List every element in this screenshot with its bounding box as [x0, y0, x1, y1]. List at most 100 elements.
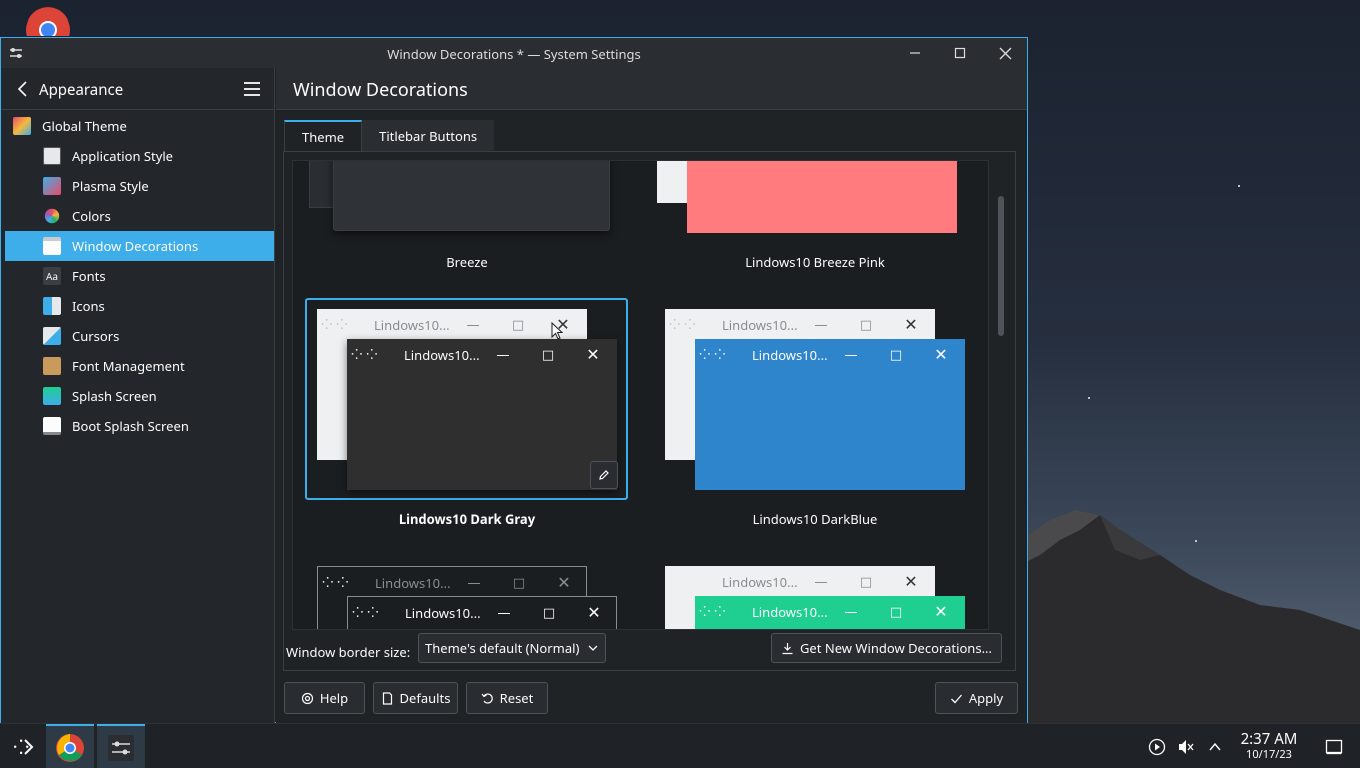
back-arrow-icon[interactable]	[13, 79, 33, 99]
chrome-icon	[56, 733, 84, 762]
sidebar-item-application-style[interactable]: Application Style	[1, 141, 274, 171]
sidebar-item-global-theme[interactable]: Global Theme	[1, 111, 274, 141]
window-title: Window Decorations * — System Settings	[387, 45, 641, 63]
theme-preview-breeze[interactable]	[309, 161, 619, 241]
pencil-icon	[599, 470, 609, 480]
theme-preview-lindows10-dark-gray[interactable]: ⁘ ⁘ Lindows10... — □ ✕ ⁘ ⁘ Lindows10... …	[317, 309, 618, 491]
apply-label: Apply	[968, 689, 1004, 707]
hamburger-menu-icon[interactable]	[243, 81, 261, 97]
svg-text:⁘ ⁘: ⁘ ⁘	[351, 346, 378, 362]
star	[1238, 185, 1240, 187]
sidebar-item-colors[interactable]: Colors	[1, 201, 274, 231]
sidebar-item-label: Application Style	[72, 147, 174, 165]
maximize-icon	[954, 47, 966, 59]
maximize-icon: □	[542, 603, 556, 621]
maximize-icon: □	[541, 345, 555, 363]
sidebar-item-label: Global Theme	[42, 117, 127, 135]
kde-launcher-icon: ⁘	[13, 735, 34, 759]
maximize-icon: □	[511, 315, 525, 333]
reset-button[interactable]: Reset	[466, 682, 548, 714]
minimize-button[interactable]	[897, 38, 933, 68]
help-icon	[301, 692, 313, 704]
boot-splash-screen-icon	[43, 417, 61, 435]
theme-preview-row3-right[interactable]: Lindows10... — □ ✕ ⁘ ⁘ Lindows10... — □	[665, 566, 965, 629]
minimize-icon: —	[466, 315, 480, 333]
help-button[interactable]: Help	[284, 682, 365, 714]
window-decorations-icon	[43, 237, 61, 255]
sidebar-item-label: Splash Screen	[72, 387, 157, 405]
preview-titlebar: ⁘ ⁘ Lindows10... — □ ✕	[348, 597, 616, 627]
preview-caption: Lindows10...	[375, 574, 451, 592]
taskbar-chrome[interactable]	[46, 724, 94, 768]
page-title: Window Decorations	[293, 78, 468, 102]
desktop-chrome-icon[interactable]	[24, 6, 72, 36]
mouse-cursor-icon	[551, 322, 563, 340]
preview-titlebar: Lindows10... — □ ✕	[665, 566, 935, 596]
chevron-down-icon	[588, 645, 598, 651]
sidebar-item-cursors[interactable]: Cursors	[1, 321, 274, 351]
application-launcher-button[interactable]: ⁘	[0, 724, 48, 768]
maximize-button[interactable]	[942, 38, 978, 68]
show-desktop-icon[interactable]	[1325, 738, 1343, 756]
sidebar-item-window-decorations[interactable]: Window Decorations	[5, 231, 274, 261]
scrollbar-thumb[interactable]	[998, 196, 1004, 336]
taskbar-system-settings[interactable]	[97, 724, 145, 768]
clock-time: 2:37 AM	[1240, 729, 1298, 749]
digital-clock[interactable]: 2:37 AM 10/17/23	[1232, 729, 1306, 762]
preview-caption: Lindows10...	[722, 573, 798, 591]
border-size-row: Window border size: Theme's default (Nor…	[284, 630, 1015, 670]
minimize-icon: —	[496, 345, 510, 363]
preview-titlebar: ⁘ ⁘ Lindows10... — □ ✕	[695, 339, 965, 369]
sidebar-item-label: Cursors	[72, 327, 120, 345]
svg-text:⁘ ⁘: ⁘ ⁘	[699, 603, 726, 619]
theme-preview-row3-left[interactable]: ⁘ ⁘ Lindows10... — □ ✕ ⁘ ⁘ Lindows10... …	[317, 566, 617, 629]
theme-name: Lindows10 Dark Gray	[398, 510, 536, 528]
svg-text:⁘ ⁘: ⁘ ⁘	[322, 574, 349, 590]
preview-titlebar: ⁘ ⁘ Lindows10... — □ ✕	[318, 567, 586, 597]
checkmark-icon	[950, 694, 962, 703]
scrollbar[interactable]	[995, 160, 1007, 630]
tab-theme[interactable]: Theme	[284, 120, 363, 152]
close-icon: ✕	[587, 601, 601, 623]
theme-preview-lindows10-darkblue[interactable]: ⁘ ⁘ Lindows10... — □ ✕ ⁘ ⁘ Lindows10... …	[665, 309, 965, 491]
theme-preview-lindows10-breeze-pink[interactable]	[657, 161, 967, 241]
apply-button[interactable]: Apply	[935, 682, 1018, 714]
sidebar-item-boot-splash-screen[interactable]: Boot Splash Screen	[1, 411, 274, 441]
media-player-icon[interactable]	[1148, 738, 1166, 756]
get-new-decorations-button[interactable]: Get New Window Decorations...	[771, 633, 1002, 663]
tab-titlebar-buttons[interactable]: Titlebar Buttons	[362, 120, 495, 152]
preview-caption: Lindows10...	[722, 316, 798, 334]
minimize-icon: —	[844, 602, 858, 620]
defaults-label: Defaults	[399, 689, 451, 707]
sidebar-item-icons[interactable]: Icons	[1, 291, 274, 321]
kde-logo-icon: ⁘ ⁘	[699, 603, 726, 619]
sidebar-item-splash-screen[interactable]: Splash Screen	[1, 381, 274, 411]
border-size-combo[interactable]: Theme's default (Normal)	[418, 633, 606, 663]
sidebar-item-plasma-style[interactable]: Plasma Style	[1, 171, 274, 201]
edit-theme-button[interactable]	[590, 461, 618, 489]
system-settings-icon	[108, 734, 134, 761]
minimize-icon: —	[814, 572, 828, 590]
kde-logo-icon: ⁘ ⁘	[321, 316, 348, 332]
preview-titlebar: ⁘ ⁘ Lindows10... — □ ✕	[665, 309, 935, 339]
sidebar-item-label: Plasma Style	[72, 177, 149, 195]
sidebar-item-font-management[interactable]: Font Management	[1, 351, 274, 381]
sidebar-header: Appearance	[1, 68, 274, 110]
download-icon	[782, 642, 793, 654]
undo-icon	[481, 692, 493, 704]
cursors-icon	[43, 327, 61, 345]
icons-icon	[43, 297, 61, 315]
minimize-icon	[910, 52, 920, 54]
preview-front-window: ⁘ ⁘ Lindows10... — □ ✕	[695, 339, 965, 490]
close-button[interactable]	[987, 38, 1023, 68]
border-size-label: Window border size:	[286, 643, 411, 661]
theme-frame: Breeze Lindows10 Breeze Pink ⁘ ⁘ Lindows…	[283, 151, 1016, 671]
chevron-up-icon[interactable]	[1207, 739, 1223, 755]
svg-text:⁘ ⁘: ⁘ ⁘	[321, 316, 348, 332]
preview-titlebar: ⁘ ⁘ Lindows10... — □ ✕	[317, 309, 587, 339]
preview-caption: Lindows10...	[374, 316, 450, 334]
window-titlebar[interactable]: Window Decorations * — System Settings	[1, 38, 1027, 68]
volume-muted-icon[interactable]	[1177, 738, 1195, 756]
defaults-button[interactable]: Defaults	[373, 682, 458, 714]
sidebar-item-fonts[interactable]: Aa Fonts	[1, 261, 274, 291]
